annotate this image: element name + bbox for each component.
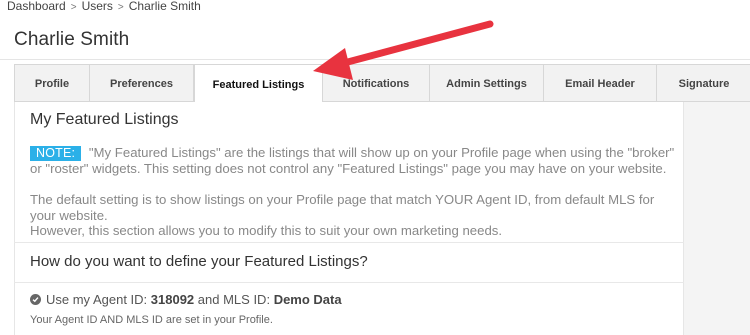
tab-preferences[interactable]: Preferences <box>90 65 194 102</box>
tab-featured-listings[interactable]: Featured Listings <box>194 64 323 104</box>
breadcrumb-current: Charlie Smith <box>128 0 201 13</box>
question-heading: How do you want to define your Featured … <box>30 253 368 270</box>
option-middle: and MLS ID: <box>197 292 271 307</box>
section-divider <box>14 242 684 243</box>
tab-email-header[interactable]: Email Header <box>544 65 657 102</box>
chevron-right-icon: > <box>70 2 77 13</box>
tab-notifications[interactable]: Notifications <box>323 65 430 102</box>
chevron-right-icon: > <box>117 2 124 13</box>
tab-profile[interactable]: Profile <box>15 65 90 102</box>
breadcrumb-users[interactable]: Users <box>82 0 113 13</box>
note-text: "My Featured Listings" are the listings … <box>30 145 675 176</box>
modify-text: However, this section allows you to modi… <box>30 223 503 238</box>
check-circle-icon <box>30 294 41 305</box>
tab-signature[interactable]: Signature <box>657 65 750 102</box>
agent-id-option[interactable]: Use my Agent ID: 318092 and MLS ID: Demo… <box>30 292 342 307</box>
default-setting-paragraph: The default setting is to show listings … <box>30 192 680 239</box>
page-title: Charlie Smith <box>14 29 130 50</box>
option-help-text: Your Agent ID AND MLS ID are set in your… <box>30 314 273 326</box>
note-badge: NOTE: <box>30 146 82 161</box>
default-text: The default setting is to show listings … <box>30 192 655 223</box>
option-prefix: Use my Agent ID: <box>46 292 148 307</box>
note-paragraph: NOTE: "My Featured Listings" are the lis… <box>30 145 680 177</box>
mls-id-value: Demo Data <box>273 292 342 307</box>
question-divider <box>14 282 684 283</box>
breadcrumb-dashboard[interactable]: Dashboard <box>7 0 66 13</box>
agent-id-value: 318092 <box>150 292 195 307</box>
section-title: My Featured Listings <box>30 111 179 128</box>
breadcrumb: Dashboard > Users > Charlie Smith <box>7 0 201 14</box>
tab-bar: Profile Preferences Featured Listings No… <box>14 64 750 104</box>
title-divider <box>0 59 750 60</box>
side-panel <box>684 102 750 335</box>
tab-admin-settings[interactable]: Admin Settings <box>430 65 544 102</box>
